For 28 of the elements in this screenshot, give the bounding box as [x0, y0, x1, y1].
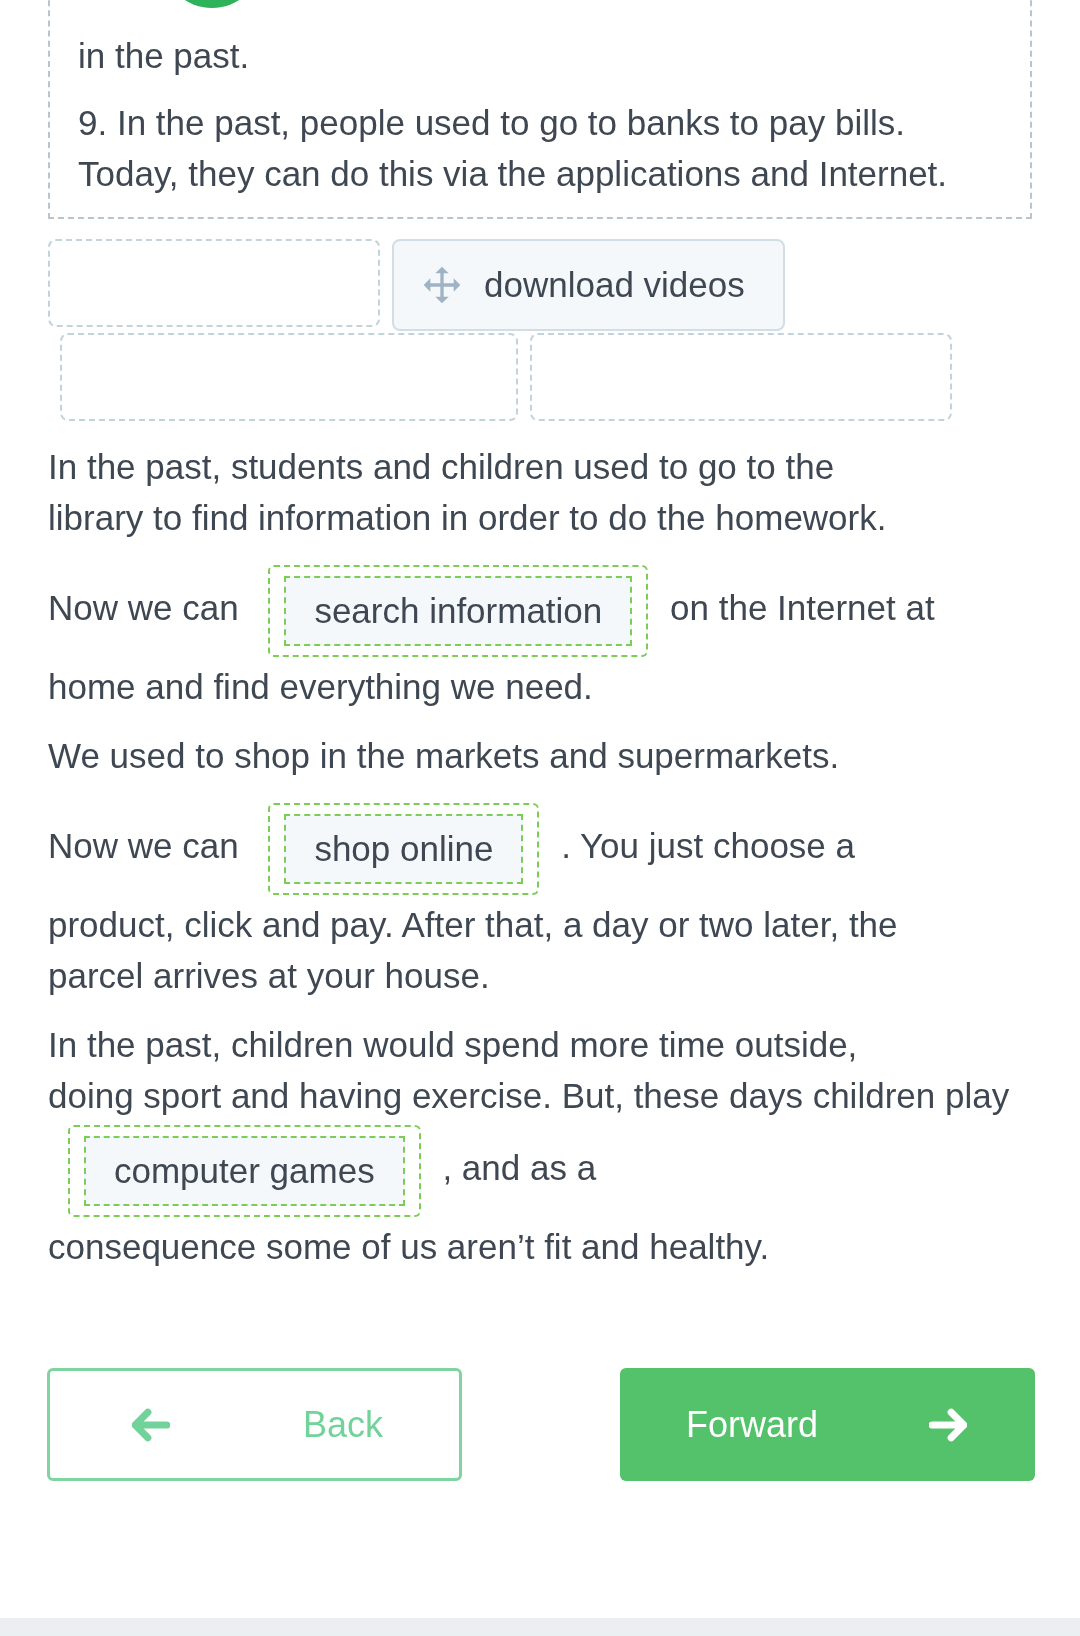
sentence-text: home and find everything we need. — [48, 667, 593, 706]
sentence-text: on the Internet at — [670, 588, 935, 628]
sentence-text: consequence some of us aren’t fit and healthy. — [48, 1227, 770, 1266]
drop-slot[interactable] — [530, 333, 952, 421]
answer-token[interactable]: shop online — [284, 814, 524, 884]
move-icon — [422, 265, 462, 305]
sentence-text: library to find information in order to do the homework. — [48, 498, 887, 537]
sentence-text: , and as a — [442, 1148, 597, 1188]
answer-slot[interactable]: search information — [268, 565, 649, 657]
drop-slot[interactable] — [60, 333, 518, 421]
word-token[interactable]: download videos — [392, 239, 785, 331]
sentence-text: We used to shop in the markets and supermarkets. — [48, 736, 840, 775]
sentence-text: children play — [812, 1076, 1010, 1115]
sentence-text: Now we can — [48, 826, 239, 866]
drop-slot[interactable] — [48, 239, 380, 327]
sentence-text: doing sport and having exercise. But, these days — [48, 1076, 803, 1115]
answer-token[interactable]: search information — [284, 576, 633, 646]
answer-token[interactable]: computer games — [84, 1136, 405, 1206]
passage-text: in the past. — [78, 35, 251, 77]
sentence-text: In the past, children would spend more time outside, — [48, 1025, 858, 1064]
passage-text: 9. In the past, people used to go to banks to pay bills. Today, they can do this via the applications and Internet. — [78, 102, 949, 195]
answer-slot[interactable]: computer games — [68, 1125, 421, 1217]
sentence-text: . You just choose a — [561, 826, 855, 866]
sentence-text: product, click and pay. After that, a day or two later, the — [48, 905, 898, 944]
sentence-text: parcel arrives at your house. — [48, 956, 490, 995]
sentence-text: In the past, students and children used to go to the — [48, 447, 835, 486]
sentence-text: Now we can — [48, 588, 239, 628]
answer-slot[interactable]: shop online — [268, 803, 540, 895]
